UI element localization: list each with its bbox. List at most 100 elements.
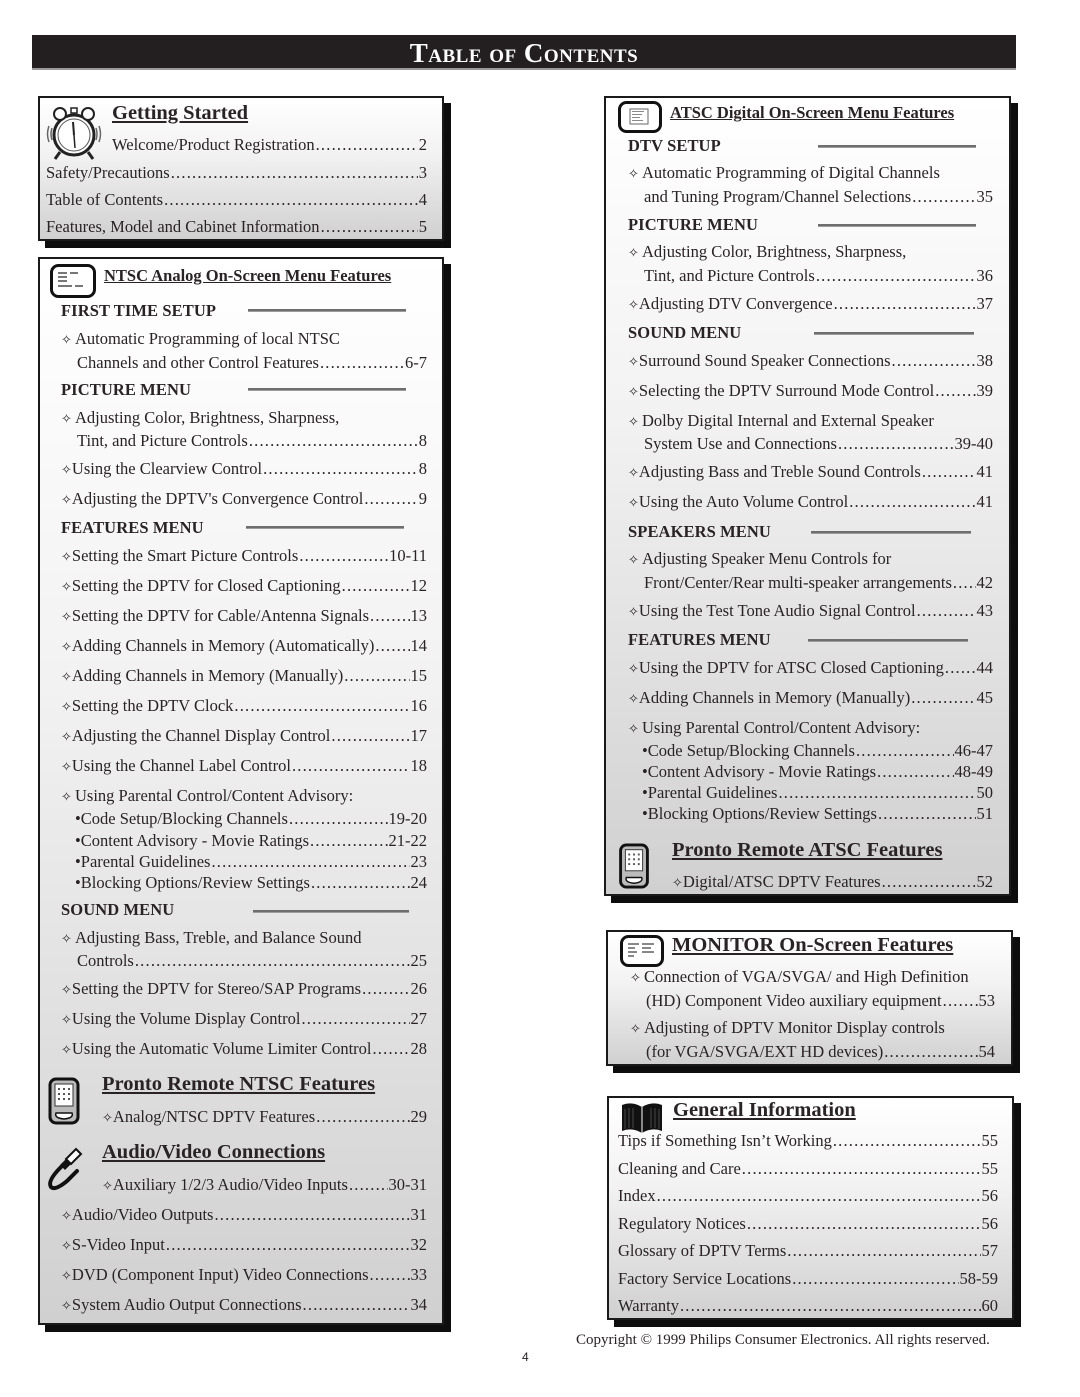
toc-entry[interactable]: Tips if Something Isn’t Working 55: [618, 1131, 998, 1151]
toc-entry[interactable]: ✧Using the Volume Display Control 27: [61, 1009, 427, 1030]
toc-entry[interactable]: (for VGA/SVGA/EXT HD devices) 54: [646, 1042, 995, 1062]
entry-page: 56: [981, 1214, 999, 1233]
toc-entry[interactable]: ✧ Using the Automatic Volume Limiter Cont…: [61, 1039, 427, 1060]
toc-subentry[interactable]: •Code Setup/Blocking Channels19-20: [75, 809, 427, 829]
parental-control-label: ✧ Using Parental Control/Content Advisory…: [628, 718, 921, 737]
toc-entry[interactable]: Features, Model and Cabinet Information 5: [46, 217, 427, 237]
toc-entry[interactable]: ✧ Adding Channels in Memory (Automaticall…: [61, 636, 427, 657]
diamond-bullet-icon: ✧: [628, 552, 639, 567]
toc-entry[interactable]: and Tuning Program/Channel Selections 35: [644, 187, 993, 207]
toc-entry[interactable]: ✧Using the Auto Volume Control 41: [628, 492, 993, 513]
toc-entry[interactable]: Front/Center/Rear multi-speaker arrangem…: [644, 573, 993, 593]
toc-entry[interactable]: ✧Audio/Video Outputs 31: [61, 1205, 427, 1226]
entry-label: Adding Channels in Memory (Manually): [71, 666, 344, 685]
diamond-bullet-icon: ✧: [628, 495, 639, 510]
toc-entry[interactable]: Factory Service Locations 58-59: [618, 1269, 998, 1289]
toc-entry[interactable]: Welcome/Product Registration 2: [112, 135, 427, 155]
toc-entry[interactable]: ✧ Adjusting Bass and Treble Sound Control…: [628, 462, 993, 483]
toc-entry[interactable]: ✧Analog/NTSC DPTV Features 29: [102, 1107, 427, 1128]
toc-entry[interactable]: ✧ Using the DPTV for ATSC Closed Captioni…: [628, 658, 993, 679]
diamond-bullet-icon: ✧: [628, 245, 639, 260]
entry-page: 51: [976, 804, 994, 823]
toc-entry[interactable]: ✧ Setting the DPTV for Cable/Antenna Sign…: [61, 606, 427, 627]
toc-entry[interactable]: ✧Adding Channels in Memory (Manually) 15: [61, 666, 427, 687]
toc-entry[interactable]: ✧Setting the DPTV Clock 16: [61, 696, 427, 717]
toc-entry[interactable]: ✧Setting the Smart Picture Controls 10-11: [61, 546, 427, 567]
entry-page: 13: [410, 606, 428, 625]
toc-entry[interactable]: Controls 25: [77, 951, 427, 971]
heading-rule: [818, 224, 976, 227]
entry-page: 23: [410, 852, 428, 871]
general-info-title[interactable]: General Information: [673, 1099, 856, 1122]
toc-entry[interactable]: Regulatory Notices 56: [618, 1214, 998, 1234]
toc-entry[interactable]: ✧ Selecting the DPTV Surround Mode Contro…: [628, 381, 993, 402]
diamond-bullet-icon: ✧: [61, 1268, 72, 1283]
toc-entry[interactable]: Table of Contents 4: [46, 190, 427, 210]
dot-leader: [856, 741, 954, 761]
entry-page: 43: [976, 601, 994, 620]
diamond-bullet-icon: ✧: [61, 699, 72, 714]
entry-page: 60: [981, 1296, 999, 1315]
toc-entry[interactable]: ✧ Adjusting the DPTV's Convergence Contro…: [61, 489, 427, 510]
toc-subentry[interactable]: •Content Advisory - Movie Ratings48-49: [642, 762, 993, 782]
entry-page: 2: [418, 135, 427, 154]
entry-label: Auxiliary 1/2/3 Audio/Video Inputs: [112, 1175, 348, 1194]
toc-entry[interactable]: Warranty 60: [618, 1296, 998, 1316]
toc-entry[interactable]: System Use and Connections 39-40: [644, 434, 993, 454]
toc-subentry[interactable]: •Code Setup/Blocking Channels46-47: [642, 741, 993, 761]
toc-entry[interactable]: Glossary of DPTV Terms 57: [618, 1241, 998, 1261]
monitor-title[interactable]: MONITOR On-Screen Features: [672, 934, 953, 957]
diamond-bullet-icon: ✧: [61, 759, 72, 774]
atsc-box: ATSC Digital On-Screen Menu Features DTV…: [604, 96, 1011, 896]
entry-page: 6-7: [405, 353, 427, 372]
entry-page: 57: [981, 1241, 999, 1260]
dot-leader: [372, 1039, 409, 1059]
toc-subentry[interactable]: •Blocking Options/Review Settings51: [642, 804, 993, 824]
toc-entry[interactable]: (HD) Component Video auxiliary equipment…: [646, 991, 995, 1011]
toc-subentry[interactable]: •Parental Guidelines23: [75, 852, 427, 872]
toc-subentry[interactable]: •Parental Guidelines50: [642, 783, 993, 803]
toc-entry[interactable]: ✧ Using the Test Tone Audio Signal Contro…: [628, 601, 993, 622]
toc-entry[interactable]: ✧System Audio Output Connections 34: [61, 1295, 427, 1316]
dot-leader: [935, 381, 975, 401]
entry-label-line1: ✧ Adjusting Bass, Treble, and Balance Sou…: [61, 928, 362, 947]
entry-label: Tint, and Picture Controls: [77, 431, 248, 450]
toc-entry[interactable]: ✧Adjusting the Channel Display Control 17: [61, 726, 427, 747]
toc-subentry[interactable]: •Blocking Options/Review Settings24: [75, 873, 427, 893]
toc-entry[interactable]: ✧ DVD (Component Input) Video Connections…: [61, 1265, 427, 1286]
toc-entry[interactable]: Cleaning and Care 55: [618, 1159, 998, 1179]
dot-leader: [912, 187, 975, 207]
entry-label: Setting the Smart Picture Controls: [71, 546, 299, 565]
toc-entry[interactable]: ✧Adding Channels in Memory (Manually) 45: [628, 688, 993, 709]
page-number: 4: [522, 1350, 529, 1364]
dot-leader: [166, 1235, 410, 1255]
ntsc-title[interactable]: NTSC Analog On-Screen Menu Features: [104, 266, 391, 286]
av-connections-title[interactable]: Audio/Video Connections: [102, 1141, 325, 1164]
toc-entry[interactable]: ✧Adjusting DTV Convergence 37: [628, 294, 993, 315]
entry-label: Regulatory Notices: [618, 1214, 746, 1233]
toc-entry[interactable]: ✧ Setting the DPTV for Stereo/SAP Program…: [61, 979, 427, 1000]
toc-entry[interactable]: ✧Surround Sound Speaker Connections 38: [628, 351, 993, 372]
toc-entry[interactable]: ✧Using the Clearview Control 8: [61, 459, 427, 480]
toc-entry[interactable]: Tint, and Picture Controls 36: [644, 266, 993, 286]
toc-entry[interactable]: Channels and other Control Features 6-7: [77, 353, 427, 373]
toc-entry[interactable]: Tint, and Picture Controls 8: [77, 431, 427, 451]
toc-entry[interactable]: ✧Setting the DPTV for Closed Captioning 1…: [61, 576, 427, 597]
getting-started-title[interactable]: Getting Started: [112, 102, 248, 125]
toc-entry[interactable]: ✧Using the Channel Label Control 18: [61, 756, 427, 777]
parental-control-label: ✧ Using Parental Control/Content Advisory…: [61, 786, 354, 805]
dot-leader: [310, 831, 387, 851]
entry-label: Parental Guidelines: [647, 783, 778, 802]
pronto-ntsc-title[interactable]: Pronto Remote NTSC Features: [102, 1073, 375, 1096]
dot-leader: [884, 1042, 977, 1062]
toc-entry[interactable]: Safety/Precautions 3: [46, 163, 427, 183]
entry-page: 38: [976, 351, 994, 370]
toc-entry[interactable]: ✧S-Video Input 32: [61, 1235, 427, 1256]
toc-entry[interactable]: ✧Auxiliary 1/2/3 Audio/Video Inputs 30-31: [102, 1175, 427, 1196]
toc-entry[interactable]: ✧Digital/ATSC DPTV Features 52: [672, 872, 993, 893]
toc-subentry[interactable]: •Content Advisory - Movie Ratings21-22: [75, 831, 427, 851]
atsc-title[interactable]: ATSC Digital On-Screen Menu Features: [670, 103, 954, 123]
entry-page: 10-11: [389, 546, 427, 565]
pronto-atsc-title[interactable]: Pronto Remote ATSC Features: [672, 839, 942, 862]
toc-entry[interactable]: Index 56: [618, 1186, 998, 1206]
